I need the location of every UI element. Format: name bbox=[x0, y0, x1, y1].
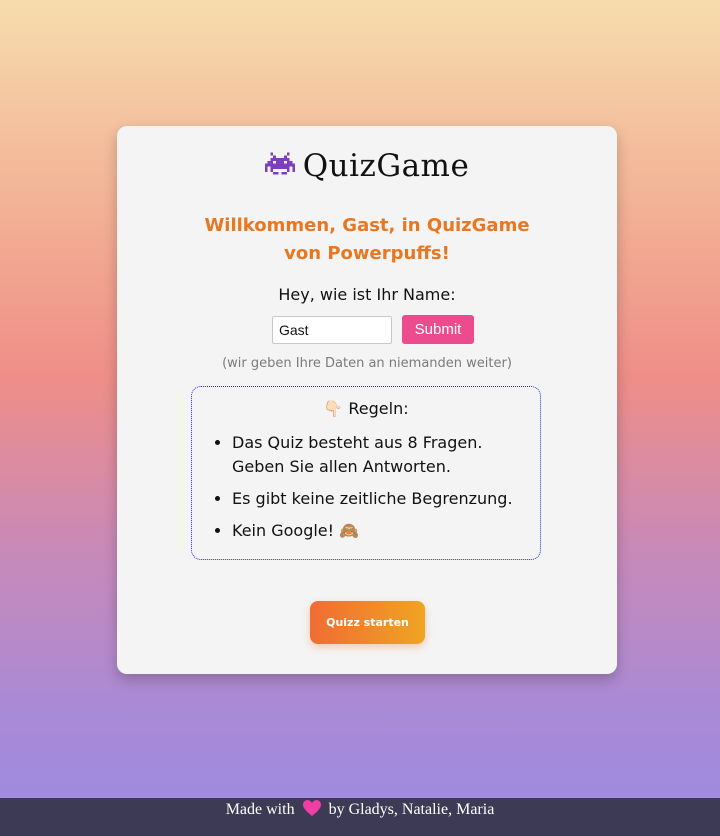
space-invader-icon bbox=[264, 150, 295, 186]
rule-text: Kein Google! 🙈 bbox=[232, 521, 360, 540]
footer: Made with by Gladys, Natalie, Maria bbox=[0, 798, 720, 836]
start-quiz-button[interactable]: Quizz starten bbox=[310, 601, 425, 644]
submit-button[interactable]: Submit bbox=[402, 315, 474, 344]
rules-heading: 👇🏻 Regeln: bbox=[323, 399, 409, 418]
footer-text-after: by Gladys, Natalie, Maria bbox=[328, 801, 495, 818]
app-title-text: QuizGame bbox=[302, 148, 470, 184]
rule-item: Das Quiz besteht aus 8 Fragen. Geben Sie… bbox=[232, 431, 513, 479]
rules-list: Das Quiz besteht aus 8 Fragen. Geben Sie… bbox=[212, 431, 513, 551]
app-title: QuizGame bbox=[117, 148, 617, 186]
rule-text: Geben Sie allen Antworten. bbox=[232, 457, 451, 476]
rules-box: 👇🏻 Regeln: Das Quiz besteht aus 8 Fragen… bbox=[191, 386, 541, 560]
heart-icon bbox=[302, 799, 322, 825]
name-prompt: Hey, wie ist Ihr Name: bbox=[278, 285, 456, 304]
quiz-card: QuizGame Willkommen, Gast, in QuizGame v… bbox=[117, 126, 617, 674]
footer-text-before: Made with bbox=[225, 801, 295, 818]
rule-text: Es gibt keine zeitliche Begrenzung. bbox=[232, 489, 513, 508]
rule-item: Es gibt keine zeitliche Begrenzung. bbox=[232, 487, 513, 511]
privacy-note: (wir geben Ihre Daten an niemanden weite… bbox=[222, 356, 512, 371]
name-input[interactable] bbox=[272, 316, 392, 344]
rule-text: Das Quiz besteht aus 8 Fragen. bbox=[232, 433, 483, 452]
welcome-message: Willkommen, Gast, in QuizGame von Powerp… bbox=[204, 215, 530, 264]
rule-item: Kein Google! 🙈 bbox=[232, 519, 513, 543]
